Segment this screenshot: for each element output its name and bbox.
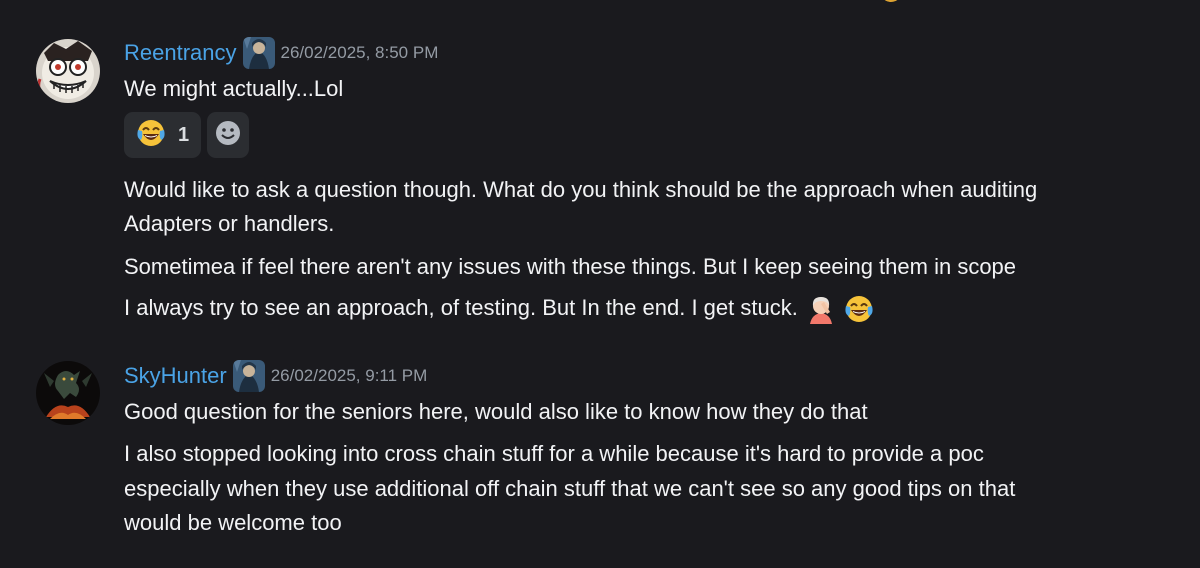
- message-text-with-emoji: I always try to see an approach, of test…: [124, 291, 874, 325]
- message-header: Reentrancy 26/02/2025, 8:50 PM: [124, 37, 439, 69]
- chat-messages: Reentrancy 26/02/2025, 8:50 PM We might …: [0, 0, 1200, 568]
- message-text: especially when they use additional off …: [124, 476, 1016, 501]
- add-reaction-smiley-icon: [215, 120, 241, 151]
- face-with-tears-of-joy-icon: [136, 118, 166, 153]
- message-text: Adapters or handlers.: [124, 211, 335, 236]
- role-badge-icon[interactable]: [232, 360, 265, 392]
- face-with-tears-of-joy-icon: [844, 294, 874, 324]
- avatar-reentrancy[interactable]: [36, 39, 100, 103]
- message-text: We might actually...Lol: [124, 76, 344, 101]
- message-text: Good question for the seniors here, woul…: [124, 399, 868, 424]
- message-timestamp: 26/02/2025, 8:50 PM: [280, 43, 439, 62]
- message-text: would be welcome too: [124, 510, 342, 535]
- message-timestamp: 26/02/2025, 9:11 PM: [270, 366, 428, 385]
- woman-facepalming-icon: [806, 294, 836, 325]
- avatar-skyhunter[interactable]: [36, 361, 100, 425]
- partial-emoji-icon: [880, 0, 902, 2]
- message-text: Would like to ask a question though. Wha…: [124, 177, 1038, 202]
- role-badge-icon[interactable]: [242, 37, 275, 69]
- reaction-tears-of-joy[interactable]: 1: [124, 112, 202, 158]
- add-reaction-button[interactable]: [207, 112, 250, 158]
- message-text: Sometimea if feel there aren't any issue…: [124, 254, 1017, 279]
- message-header: SkyHunter 26/02/2025, 9:11 PM: [124, 360, 428, 392]
- message-text: I always try to see an approach, of test…: [124, 295, 798, 320]
- username-reentrancy[interactable]: Reentrancy: [124, 40, 237, 66]
- message-text: I also stopped looking into cross chain …: [124, 441, 984, 466]
- reaction-count: 1: [178, 123, 190, 146]
- reaction-bar: 1: [124, 112, 255, 158]
- username-skyhunter[interactable]: SkyHunter: [124, 363, 227, 389]
